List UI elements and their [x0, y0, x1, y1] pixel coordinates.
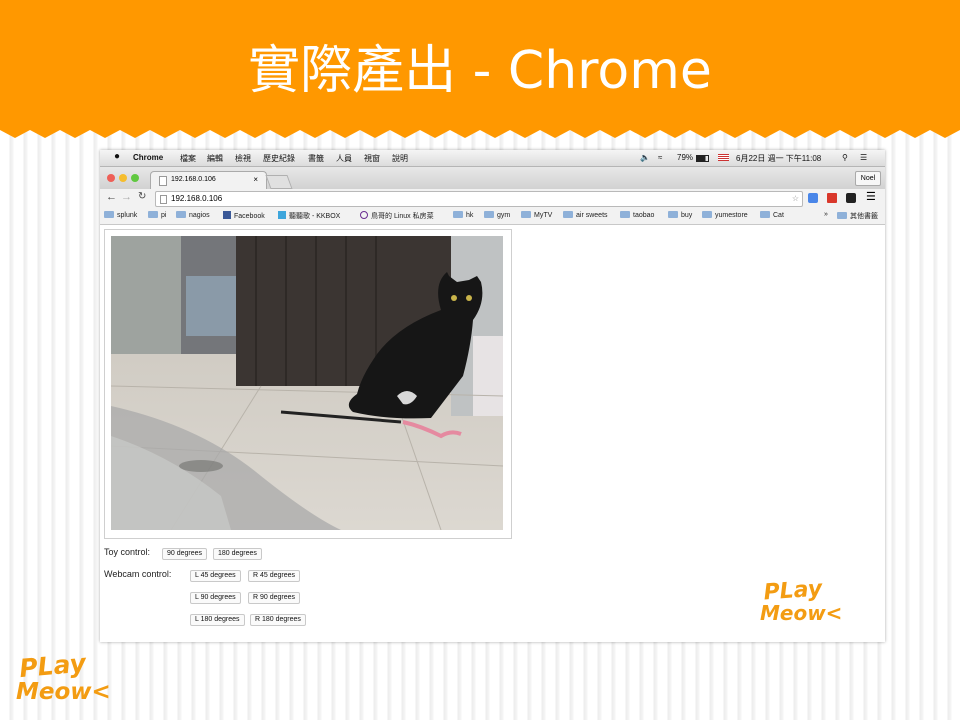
address-text: 192.168.0.106 [171, 194, 223, 203]
webcam-stream [104, 229, 512, 539]
menu-help[interactable]: 說明 [392, 153, 408, 164]
tab-title: 192.168.0.106 [171, 176, 216, 183]
webcam-r90-button[interactable]: R 90 degrees [248, 592, 301, 604]
menu-view[interactable]: 檢視 [235, 153, 251, 164]
bookmark-item[interactable]: Cat [760, 211, 784, 219]
profile-button[interactable]: Noel [855, 171, 881, 186]
webcam-r45-button[interactable]: R 45 degrees [248, 570, 301, 582]
tab-strip: 192.168.0.106 × Noel [100, 167, 885, 190]
webcam-l45-button[interactable]: L 45 degrees [190, 570, 241, 582]
volume-icon[interactable]: 🔈 [640, 153, 650, 162]
flag-icon[interactable] [718, 154, 729, 161]
bookmark-item[interactable]: hk [453, 211, 473, 219]
svg-text:Meow<: Meow< [760, 601, 842, 625]
reload-icon[interactable]: ↻ [138, 191, 146, 202]
spotlight-icon[interactable]: ⚲ [842, 153, 848, 162]
close-window-icon[interactable] [107, 174, 115, 182]
page-content: Toy control: 90 degrees 180 degrees Webc… [100, 225, 885, 642]
folder-icon [702, 211, 712, 218]
new-tab-button[interactable] [265, 175, 293, 189]
battery-percent[interactable]: 79% [677, 153, 693, 162]
bookmark-star-icon[interactable]: ☆ [792, 192, 799, 206]
slide-header: 實際產出 - Chrome [0, 0, 960, 145]
bookmark-item[interactable]: 鳥哥的 Linux 私房菜 [360, 211, 434, 221]
menu-people[interactable]: 人員 [336, 153, 352, 164]
bookmark-item[interactable]: taobao [620, 211, 654, 219]
bookmark-item[interactable]: 聽聽歌 - KKBOX [278, 211, 340, 221]
red-extension-icon[interactable] [827, 193, 837, 203]
notification-center-icon[interactable]: ☰ [860, 153, 867, 162]
bookmarks-bar: splunk pi nagios Facebook 聽聽歌 - KKBOX 鳥哥… [100, 208, 885, 225]
clock[interactable]: 6月22日 週一 下午11:08 [736, 153, 821, 164]
vbird-icon [360, 211, 368, 219]
page-icon [159, 176, 167, 186]
menu-window[interactable]: 視窗 [364, 153, 380, 164]
kkbox-icon [278, 211, 286, 219]
slide-title: 實際產出 - Chrome [248, 41, 712, 101]
folder-icon [176, 211, 186, 218]
minimize-window-icon[interactable] [119, 174, 127, 182]
folder-icon [148, 211, 158, 218]
folder-icon [484, 211, 494, 218]
bookmark-item[interactable]: gym [484, 211, 510, 219]
folder-icon [620, 211, 630, 218]
folder-icon [837, 212, 847, 219]
zoom-window-icon[interactable] [131, 174, 139, 182]
browser-screenshot: ● Chrome 檔案 編輯 檢視 歷史紀錄 書籤 人員 視窗 說明 🔈 ≈ 7… [100, 150, 885, 642]
bookmark-item[interactable]: buy [668, 211, 692, 219]
bookmark-item[interactable]: splunk [104, 211, 137, 219]
webcam-l180-button[interactable]: L 180 degrees [190, 614, 245, 626]
forward-icon[interactable]: → [121, 191, 132, 203]
playmeow-corner-logo: PLay Meow< [16, 652, 111, 704]
bookmarks-overflow-icon[interactable]: » [824, 211, 828, 218]
menu-bookmarks[interactable]: 書籤 [308, 153, 324, 164]
wifi-icon[interactable]: ≈ [658, 153, 662, 162]
page-icon [160, 195, 167, 204]
bookmark-item[interactable]: MyTV [521, 211, 552, 219]
macos-menubar: ● Chrome 檔案 編輯 檢視 歷史紀錄 書籤 人員 視窗 說明 🔈 ≈ 7… [100, 150, 885, 167]
menu-edit[interactable]: 編輯 [207, 153, 223, 164]
apple-icon[interactable]: ● [114, 151, 120, 162]
toy-180-degrees-button[interactable]: 180 degrees [213, 548, 262, 560]
folder-icon [521, 211, 531, 218]
menu-app-name[interactable]: Chrome [133, 153, 163, 162]
bookmark-item[interactable]: Facebook [223, 211, 265, 220]
battery-icon[interactable] [696, 155, 709, 162]
music-extension-icon[interactable] [846, 193, 856, 203]
webcam-image [111, 236, 503, 530]
browser-toolbar: ← → ↻ 192.168.0.106 ☆ ☰ [100, 189, 885, 208]
bookmark-item[interactable]: nagios [176, 211, 210, 219]
bookmark-item[interactable]: yumestore [702, 211, 748, 219]
toy-control-label: Toy control: [104, 547, 151, 557]
facebook-icon [223, 211, 231, 219]
folder-icon [453, 211, 463, 218]
other-bookmarks[interactable]: 其他書籤 [837, 211, 878, 221]
folder-icon [668, 211, 678, 218]
menu-history[interactable]: 歷史紀錄 [263, 153, 295, 164]
bookmark-item[interactable]: air sweets [563, 211, 608, 219]
chrome-menu-icon[interactable]: ☰ [866, 190, 876, 203]
webcam-r180-button[interactable]: R 180 degrees [250, 614, 306, 626]
bookmark-item[interactable]: pi [148, 211, 166, 219]
close-tab-icon[interactable]: × [253, 175, 258, 184]
browser-tab[interactable]: 192.168.0.106 × [150, 171, 267, 190]
folder-icon [563, 211, 573, 218]
folder-icon [104, 211, 114, 218]
webcam-control-label: Webcam control: [104, 569, 172, 579]
webcam-l90-button[interactable]: L 90 degrees [190, 592, 241, 604]
menu-file[interactable]: 檔案 [180, 153, 196, 164]
back-icon[interactable]: ← [106, 191, 117, 203]
folder-icon [760, 211, 770, 218]
toy-90-degrees-button[interactable]: 90 degrees [162, 548, 208, 560]
svg-text:Meow<: Meow< [16, 679, 111, 704]
address-bar[interactable]: 192.168.0.106 ☆ [155, 191, 803, 207]
playmeow-logo: PLay Meow< [760, 577, 842, 625]
translate-extension-icon[interactable] [808, 193, 818, 203]
